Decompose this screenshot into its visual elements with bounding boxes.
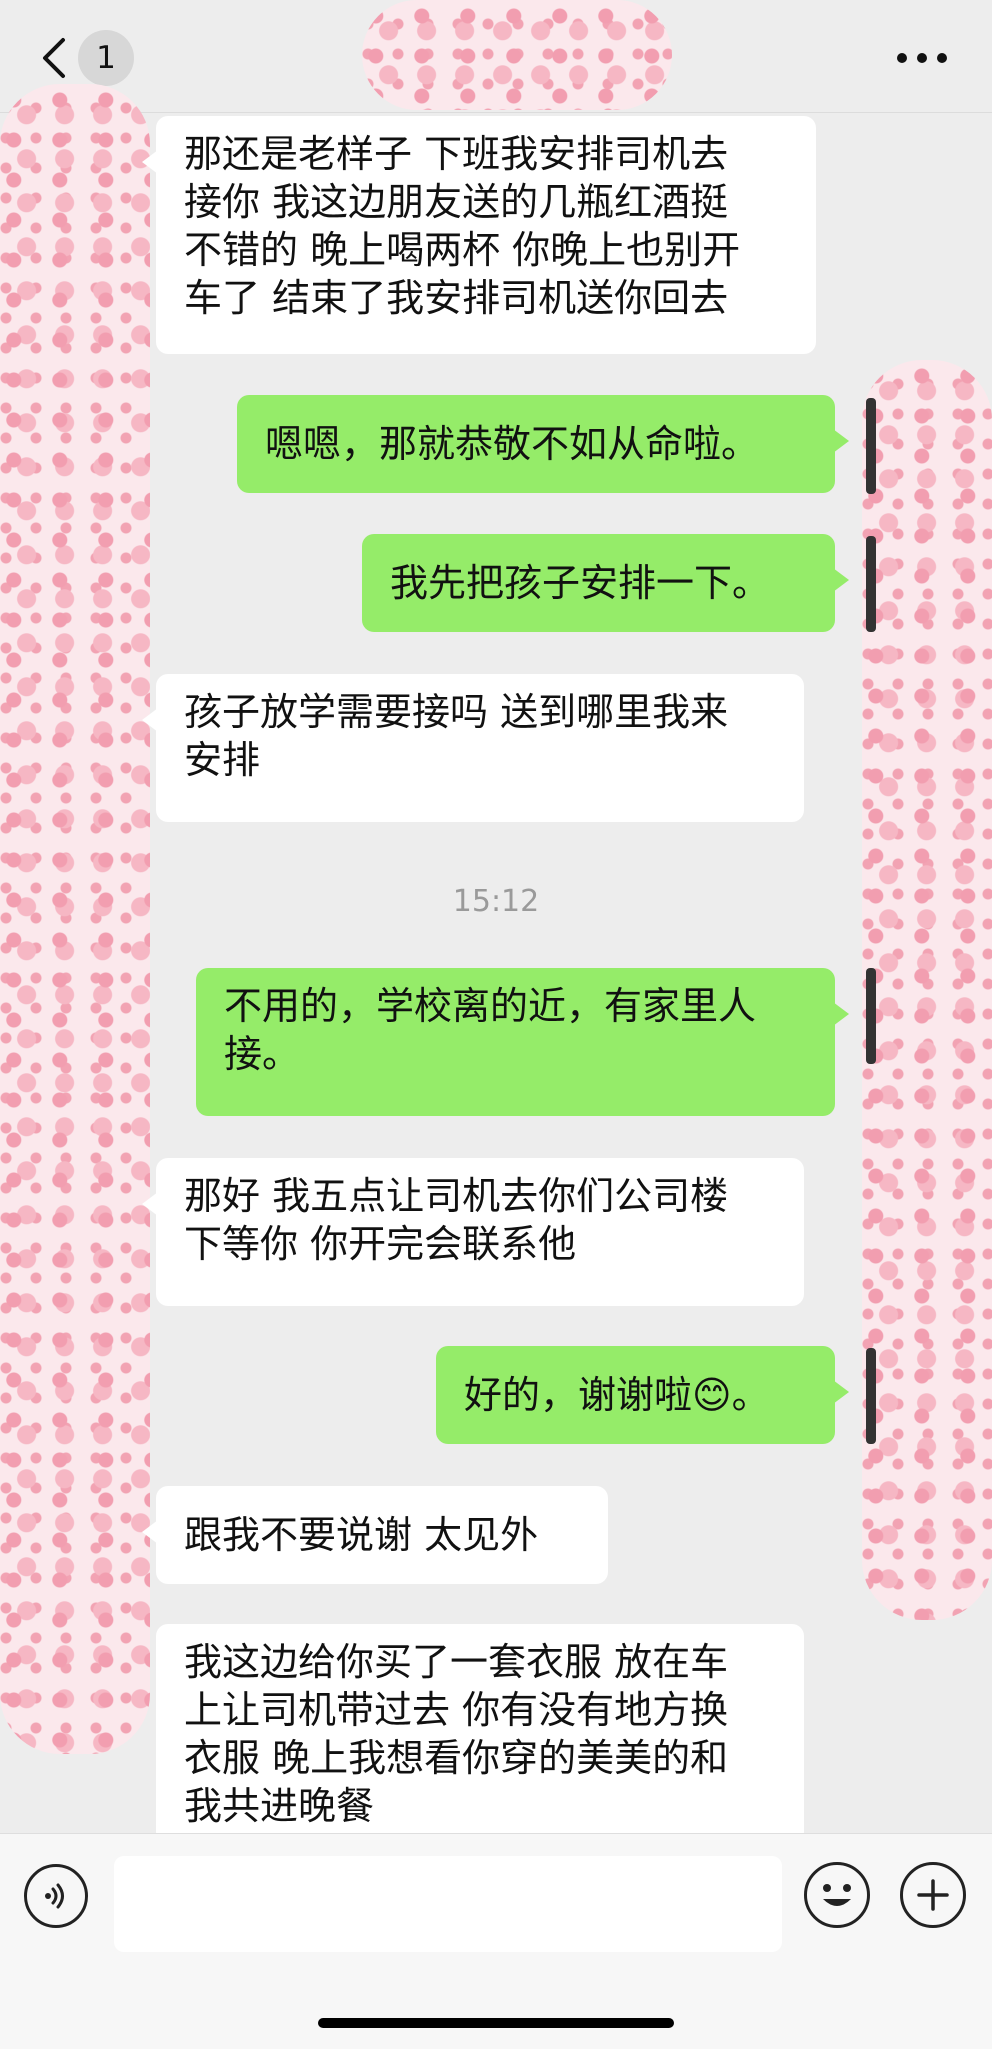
avatar[interactable] bbox=[866, 968, 876, 1064]
avatar[interactable] bbox=[866, 398, 876, 494]
message-input[interactable] bbox=[114, 1856, 782, 1952]
unread-badge[interactable]: 1 bbox=[78, 30, 134, 86]
more-button[interactable] bbox=[892, 42, 952, 74]
redaction-overlay-title bbox=[362, 0, 672, 110]
chevron-left-icon bbox=[43, 38, 65, 78]
message-bubble-incoming[interactable]: 孩子放学需要接吗 送到哪里我来 安排 bbox=[142, 674, 804, 822]
header-divider bbox=[0, 112, 992, 113]
voice-icon bbox=[45, 1883, 64, 1909]
redaction-overlay-left bbox=[0, 84, 150, 1754]
more-actions-button[interactable] bbox=[900, 1862, 966, 1928]
plus-icon bbox=[917, 1879, 949, 1911]
input-bar bbox=[0, 1833, 992, 2049]
message-bubble-outgoing[interactable]: 嗯嗯，那就恭敬不如从命啦。 bbox=[237, 395, 849, 493]
voice-button[interactable] bbox=[24, 1864, 88, 1928]
message-bubble-incoming[interactable]: 我这边给你买了一套衣服 放在车 上让司机带过去 你有没有地方换 衣服 晚上我想看… bbox=[156, 1624, 804, 1844]
message-bubble-incoming[interactable]: 那好 我五点让司机去你们公司楼 下等你 你开完会联系他 bbox=[142, 1158, 804, 1306]
message-bubble-incoming[interactable]: 那还是老样子 下班我安排司机去 接你 我这边朋友送的几瓶红酒挺 不错的 晚上喝两… bbox=[142, 116, 816, 354]
message-bubble-outgoing[interactable]: 我先把孩子安排一下。 bbox=[362, 534, 849, 632]
emoji-button[interactable] bbox=[804, 1862, 870, 1928]
message-bubble-outgoing[interactable]: 好的，谢谢啦😊。 bbox=[436, 1346, 849, 1444]
avatar[interactable] bbox=[866, 536, 876, 632]
back-button[interactable] bbox=[34, 32, 74, 84]
message-timestamp: 15:12 bbox=[452, 884, 540, 919]
emoji-icon bbox=[823, 1884, 851, 1906]
message-bubble-incoming[interactable]: 跟我不要说谢 太见外 bbox=[142, 1486, 608, 1584]
ellipsis-icon bbox=[897, 53, 947, 63]
home-indicator[interactable] bbox=[318, 2018, 674, 2028]
avatar[interactable] bbox=[866, 1348, 876, 1444]
message-bubble-outgoing[interactable]: 不用的，学校离的近，有家里人 接。 bbox=[196, 968, 849, 1116]
redaction-overlay-right bbox=[862, 360, 992, 1620]
